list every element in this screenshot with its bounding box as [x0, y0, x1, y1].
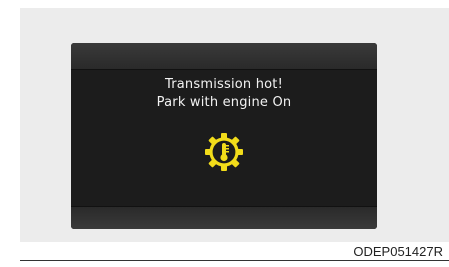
- image-code-caption: ODEP051427R: [353, 244, 443, 259]
- warning-message-line1: Transmission hot!: [164, 77, 283, 92]
- caption-rule: [20, 260, 449, 261]
- warning-message-line2: Park with engine On: [156, 95, 292, 110]
- transmission-temperature-icon: [205, 133, 243, 171]
- display-top-band: [71, 43, 377, 70]
- display-bottom-band: [71, 206, 377, 229]
- cluster-display: Transmission hot! Park with engine On: [71, 43, 377, 229]
